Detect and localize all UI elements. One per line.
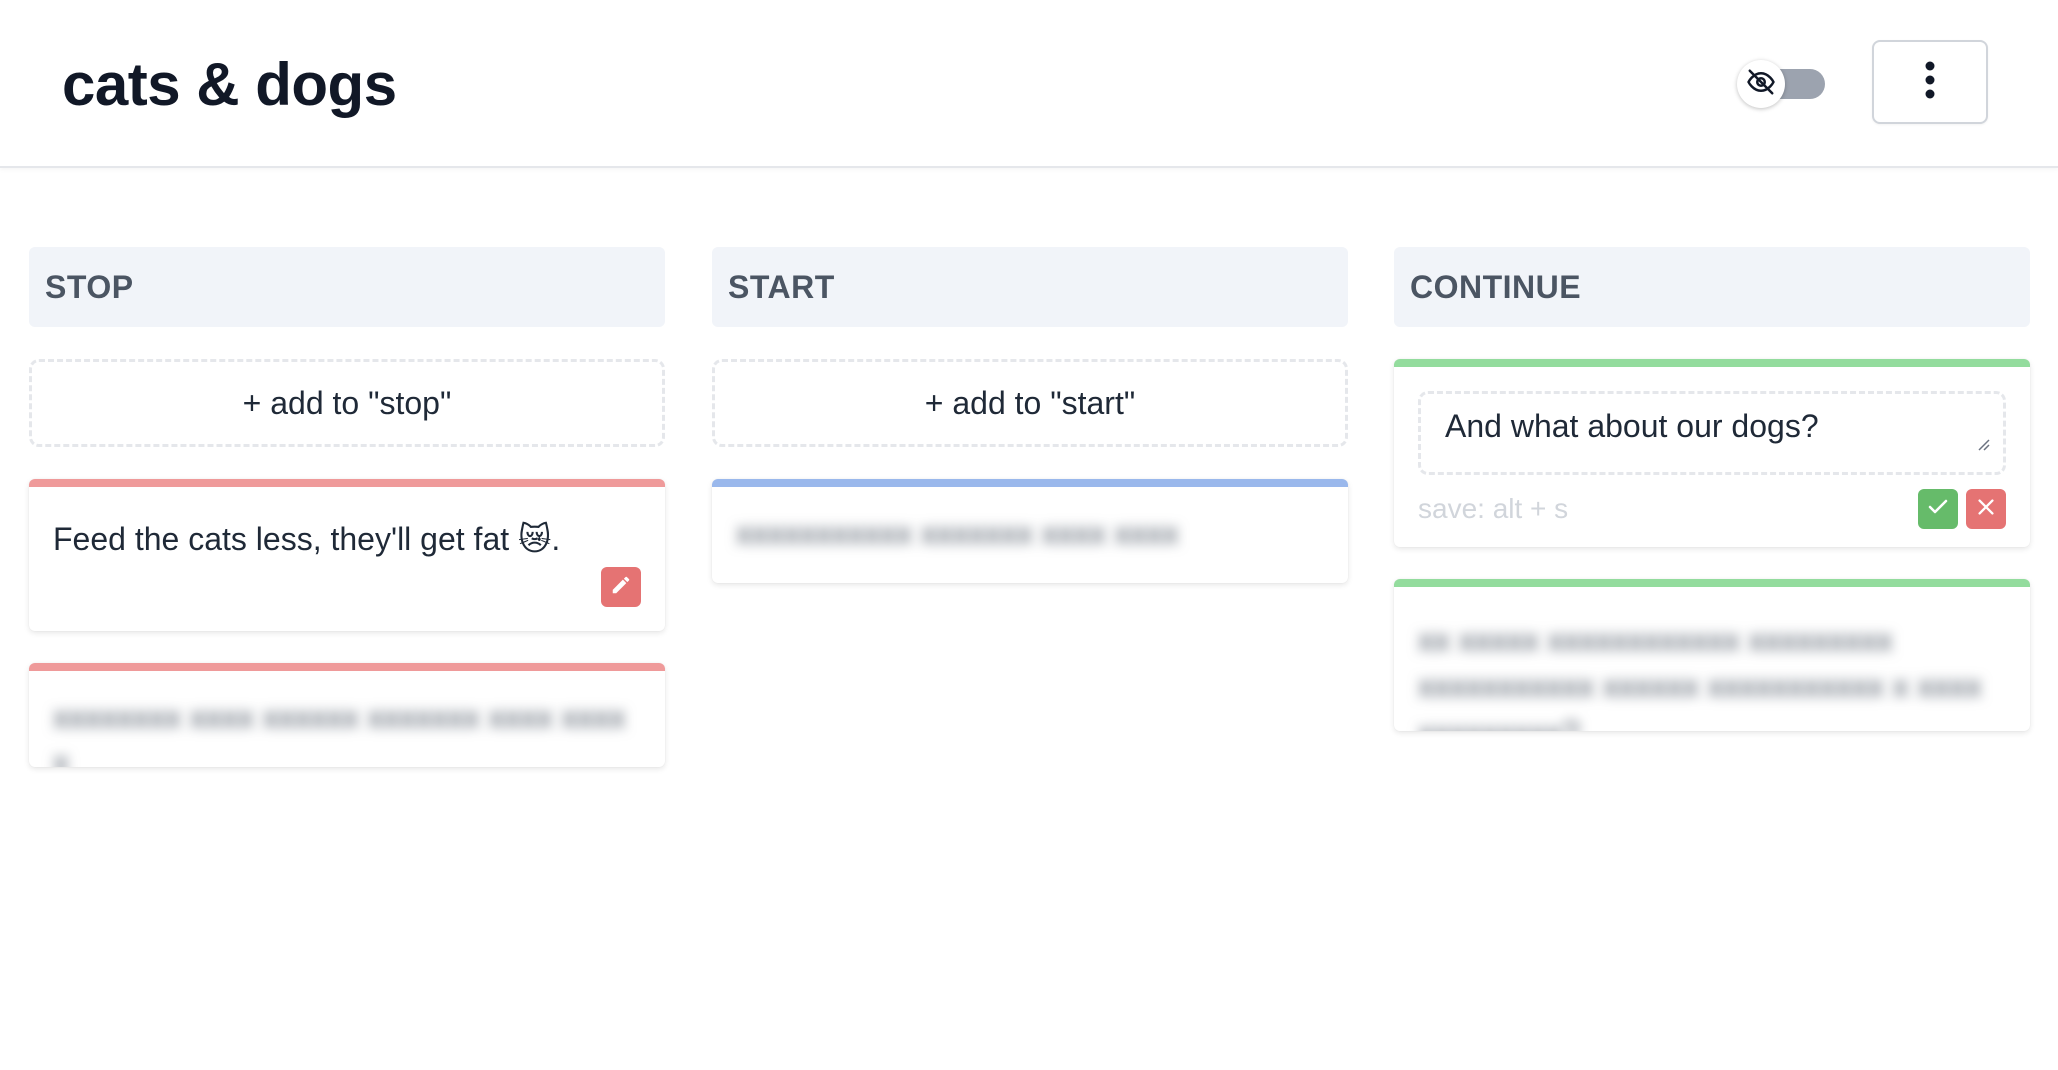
toggle-knob [1737, 60, 1785, 108]
check-icon [1926, 495, 1950, 524]
column-continue: CONTINUE And what about our dogs? save: … [1394, 247, 2030, 731]
eye-off-icon [1746, 67, 1776, 102]
column-start: START + add to "start" xxxxxxxxxxx xxxxx… [712, 247, 1348, 583]
save-shortcut-hint: save: alt + s [1418, 493, 1569, 524]
edit-card-button[interactable] [601, 567, 641, 607]
card-text: Feed the cats less, they'll get fat 😿. [53, 521, 561, 557]
board-menu-button[interactable] [1872, 40, 1988, 124]
column-header: CONTINUE [1394, 247, 2030, 327]
add-card-button[interactable]: + add to "stop" [29, 359, 665, 447]
column-header: START [712, 247, 1348, 327]
board-title: cats & dogs [62, 51, 397, 118]
card-text-input[interactable]: And what about our dogs? [1418, 391, 2006, 475]
card-text-blurred: xxxxxxxx xxxx xxxxxx xxxxxxx xxxx xxxx x [53, 699, 626, 767]
app-header: cats & dogs [0, 0, 2058, 168]
card-color-bar [1394, 579, 2030, 587]
editing-card: And what about our dogs? save: alt + s [1394, 359, 2030, 547]
retro-card[interactable]: xxxxxxxx xxxx xxxxxx xxxxxxx xxxx xxxx x [29, 663, 665, 767]
hide-cards-toggle[interactable] [1737, 60, 1825, 108]
column-stop: STOP + add to "stop" Feed the cats less,… [29, 247, 665, 767]
cancel-edit-button[interactable] [1966, 489, 2006, 529]
save-row: save: alt + s [1394, 475, 2030, 547]
retro-card[interactable]: xx xxxxx xxxxxxxxxxxx xxxxxxxxx xxxxxxxx… [1394, 579, 2030, 731]
vertical-dots-icon [1924, 60, 1936, 105]
card-input-value: And what about our dogs? [1445, 408, 1819, 444]
card-text-blurred: xxxxxxxxxxx xxxxxxx xxxx xxxx [736, 515, 1179, 551]
add-card-button[interactable]: + add to "start" [712, 359, 1348, 447]
close-icon [1975, 496, 1997, 523]
retro-card[interactable]: Feed the cats less, they'll get fat 😿. [29, 479, 665, 631]
card-text-blurred: xx xxxxx xxxxxxxxxxxx xxxxxxxxx xxxxxxxx… [1418, 622, 1982, 731]
card-color-bar [29, 663, 665, 671]
pencil-icon [610, 574, 632, 601]
retro-card[interactable]: xxxxxxxxxxx xxxxxxx xxxx xxxx [712, 479, 1348, 583]
card-color-bar [29, 479, 665, 487]
card-color-bar [712, 479, 1348, 487]
save-card-button[interactable] [1918, 489, 1958, 529]
card-color-bar [1394, 359, 2030, 367]
column-header: STOP [29, 247, 665, 327]
resize-handle-icon[interactable] [1975, 423, 1991, 460]
